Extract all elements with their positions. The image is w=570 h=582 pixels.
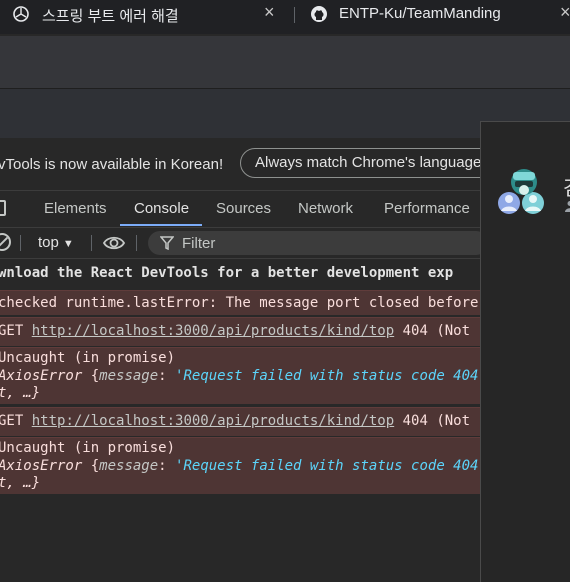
error-tail: t, …}: [0, 475, 40, 491]
group-avatar-icon: [497, 166, 551, 220]
console-error-uncaught[interactable]: Uncaught (in promise) AxiosError {messag…: [0, 437, 480, 494]
tab-github[interactable]: ENTP-Ku/TeamManding ×: [306, 0, 570, 28]
filter-icon: [160, 236, 174, 250]
request-line: GET http://localhost:3000/api/products/k…: [0, 413, 480, 429]
context-label: top: [38, 234, 59, 251]
error-name: AxiosError: [0, 368, 82, 384]
toolbar-divider: [20, 235, 21, 251]
http-method: GET: [0, 413, 23, 429]
filter-placeholder: Filter: [182, 235, 215, 252]
tab-title: ENTP-Ku/TeamManding: [339, 5, 501, 22]
context-selector[interactable]: top ▼: [38, 234, 74, 251]
close-icon[interactable]: ×: [560, 2, 570, 23]
axios-error-line: AxiosError {message: 'Request failed wit…: [0, 368, 480, 384]
console-error: checked runtime.lastError: The message p…: [0, 290, 480, 315]
tab-performance[interactable]: Performance: [384, 200, 470, 217]
clear-console-icon[interactable]: [0, 233, 11, 251]
toolbar-divider: [91, 235, 92, 251]
error-name: AxiosError: [0, 458, 82, 474]
tab-sources[interactable]: Sources: [216, 200, 271, 217]
tab-strip: 스프링 부트 에러 해결 × ENTP-Ku/TeamManding ×: [0, 0, 570, 34]
axios-error-line: AxiosError {message: 'Request failed wit…: [0, 458, 480, 474]
console-message: wnload the React DevTools for a better d…: [0, 265, 480, 287]
tab-divider: [294, 7, 295, 23]
caret-down-icon: ▼: [63, 238, 74, 250]
http-method: GET: [0, 323, 23, 339]
github-icon: [310, 5, 328, 23]
error-key: message: [99, 458, 158, 474]
toolbar-divider: [136, 235, 137, 251]
uncaught-label: Uncaught (in promise): [0, 440, 175, 456]
request-line: GET http://localhost:3000/api/products/k…: [0, 323, 480, 339]
active-tab-indicator: [120, 224, 202, 226]
chatgpt-icon: [12, 5, 30, 23]
person-icon: [565, 200, 570, 212]
tab-chatgpt[interactable]: 스프링 부트 에러 해결 ×: [0, 0, 286, 28]
device-toolbar-icon[interactable]: [0, 200, 6, 216]
browser-toolbar: [0, 36, 570, 88]
console-output: wnload the React DevTools for a better d…: [0, 259, 480, 574]
react-devtools-message: wnload the React DevTools for a better d…: [0, 265, 453, 281]
match-language-button[interactable]: Always match Chrome's language: [240, 148, 496, 178]
tab-console[interactable]: Console: [134, 200, 189, 217]
error-value: 'Request failed with status code 404': [175, 368, 480, 384]
tab-title: 스프링 부트 에러 해결: [42, 5, 179, 26]
console-error-get: GET http://localhost:3000/api/products/k…: [0, 407, 480, 436]
tab-elements[interactable]: Elements: [44, 200, 107, 217]
http-status: 404 (Not Foun: [403, 323, 480, 339]
request-url-link[interactable]: http://localhost:3000/api/products/kind/…: [32, 413, 394, 429]
runtime-error-text: checked runtime.lastError: The message p…: [0, 295, 480, 311]
http-status: 404 (Not Foun: [403, 413, 480, 429]
uncaught-label: Uncaught (in promise): [0, 350, 175, 366]
console-error-get: GET http://localhost:3000/api/products/k…: [0, 317, 480, 346]
console-error-uncaught[interactable]: Uncaught (in promise) AxiosError {messag…: [0, 347, 480, 404]
infobar-message: vTools is now available in Korean!: [0, 156, 223, 173]
tab-network[interactable]: Network: [298, 200, 353, 217]
overlay-window[interactable]: 검: [480, 121, 570, 582]
eye-icon[interactable]: [103, 233, 125, 253]
popup-title: 검: [563, 172, 570, 201]
close-icon[interactable]: ×: [264, 2, 275, 23]
filter-input[interactable]: Filter: [148, 231, 488, 255]
request-url-link[interactable]: http://localhost:3000/api/products/kind/…: [32, 323, 394, 339]
error-key: message: [99, 368, 158, 384]
error-value: 'Request failed with status code 404': [175, 458, 480, 474]
error-tail: t, …}: [0, 385, 40, 401]
